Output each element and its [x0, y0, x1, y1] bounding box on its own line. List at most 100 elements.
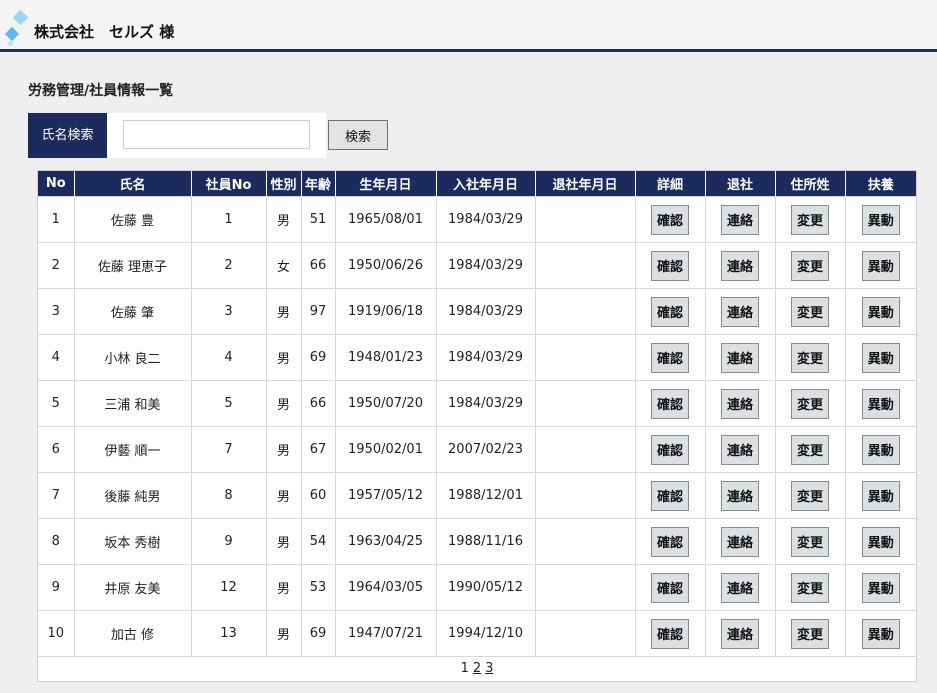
address-change-button[interactable]: 変更 [791, 342, 829, 373]
address-change-button[interactable]: 変更 [791, 572, 829, 603]
column-header: 年齢 [300, 171, 335, 197]
detail-button[interactable]: 確認 [651, 342, 689, 373]
employee-name: 佐藤 肇 [73, 288, 191, 335]
row-number: 3 [38, 288, 74, 335]
column-header: 社員No [190, 171, 266, 197]
action-cell: 連絡 [704, 518, 775, 565]
action-cell: 変更 [774, 472, 845, 519]
dependent-button[interactable]: 異動 [861, 434, 900, 465]
retire-button[interactable]: 連絡 [721, 434, 759, 465]
retire-button[interactable]: 連絡 [721, 296, 759, 327]
dependent-button[interactable]: 異動 [861, 296, 900, 327]
join-date: 2007/02/23 [435, 426, 535, 473]
search-panel: 氏名検索 [28, 113, 326, 158]
retire-button[interactable]: 連絡 [721, 526, 759, 557]
retire-button[interactable]: 連絡 [721, 388, 759, 419]
retire-button[interactable]: 連絡 [721, 342, 759, 373]
address-change-button[interactable]: 変更 [791, 526, 829, 557]
action-cell: 確認 [634, 288, 705, 335]
dependent-button[interactable]: 異動 [861, 618, 900, 649]
dependent-button[interactable]: 異動 [861, 250, 900, 281]
action-cell: 異動 [844, 426, 916, 473]
action-cell: 連絡 [704, 564, 775, 611]
gender: 男 [265, 610, 301, 656]
employee-number: 1 [190, 196, 266, 243]
leave-date [534, 472, 635, 519]
retire-button[interactable]: 連絡 [721, 204, 759, 235]
detail-button[interactable]: 確認 [651, 618, 689, 649]
age: 51 [300, 196, 335, 243]
birth-date: 1964/03/05 [334, 564, 436, 611]
action-cell: 連絡 [704, 426, 775, 473]
table-body: 1 佐藤 豊 1 男 51 1965/08/01 1984/03/29 確認 連絡 変更 異動 2 佐藤… [38, 196, 916, 656]
age: 69 [300, 334, 335, 381]
detail-button[interactable]: 確認 [651, 434, 689, 465]
action-cell: 確認 [634, 334, 705, 381]
page-link[interactable]: 3 [485, 661, 493, 676]
retire-button[interactable]: 連絡 [721, 572, 759, 603]
retire-button[interactable]: 連絡 [721, 618, 759, 649]
birth-date: 1950/06/26 [334, 242, 436, 289]
detail-button[interactable]: 確認 [651, 480, 689, 511]
action-cell: 変更 [774, 518, 845, 565]
action-cell: 異動 [844, 288, 916, 335]
gender: 男 [265, 288, 301, 335]
detail-button[interactable]: 確認 [651, 296, 689, 327]
address-change-button[interactable]: 変更 [791, 388, 829, 419]
join-date: 1988/11/16 [435, 518, 535, 565]
detail-button[interactable]: 確認 [651, 572, 689, 603]
employee-number: 5 [190, 380, 266, 427]
dependent-button[interactable]: 異動 [861, 572, 900, 603]
table-row: 7 後藤 純男 8 男 60 1957/05/12 1988/12/01 確認 連絡 変更 異動 [38, 472, 916, 519]
dependent-button[interactable]: 異動 [861, 204, 900, 235]
row-number: 2 [38, 242, 74, 289]
dependent-button[interactable]: 異動 [861, 342, 900, 373]
page-link[interactable]: 2 [473, 661, 481, 676]
action-cell: 確認 [634, 564, 705, 611]
detail-button[interactable]: 確認 [651, 204, 689, 235]
column-header: 入社年月日 [435, 171, 535, 197]
action-cell: 連絡 [704, 472, 775, 519]
gender: 女 [265, 242, 301, 289]
birth-date: 1963/04/25 [334, 518, 436, 565]
dependent-button[interactable]: 異動 [861, 526, 900, 557]
action-cell: 連絡 [704, 380, 775, 427]
leave-date [534, 288, 635, 335]
address-change-button[interactable]: 変更 [791, 480, 829, 511]
detail-button[interactable]: 確認 [651, 526, 689, 557]
leave-date [534, 196, 635, 243]
column-header: 扶養 [844, 171, 916, 197]
table-row: 3 佐藤 肇 3 男 97 1919/06/18 1984/03/29 確認 連絡 変更 異動 [38, 288, 916, 335]
address-change-button[interactable]: 変更 [791, 204, 829, 235]
employee-number: 7 [190, 426, 266, 473]
gender: 男 [265, 426, 301, 473]
employee-name: 後藤 純男 [73, 472, 191, 519]
action-cell: 変更 [774, 196, 845, 243]
gender: 男 [265, 196, 301, 243]
search-button[interactable]: 検索 [328, 120, 388, 150]
address-change-button[interactable]: 変更 [791, 618, 829, 649]
action-cell: 変更 [774, 426, 845, 473]
leave-date [534, 242, 635, 289]
address-change-button[interactable]: 変更 [791, 250, 829, 281]
diamond-logo-icon [4, 10, 29, 48]
row-number: 1 [38, 196, 74, 243]
column-header: 氏名 [73, 171, 191, 197]
detail-button[interactable]: 確認 [651, 388, 689, 419]
dependent-button[interactable]: 異動 [861, 480, 900, 511]
age: 69 [300, 610, 335, 656]
dependent-button[interactable]: 異動 [861, 388, 900, 419]
action-cell: 変更 [774, 288, 845, 335]
address-change-button[interactable]: 変更 [791, 296, 829, 327]
address-change-button[interactable]: 変更 [791, 434, 829, 465]
age: 60 [300, 472, 335, 519]
action-cell: 連絡 [704, 242, 775, 289]
employee-number: 4 [190, 334, 266, 381]
action-cell: 変更 [774, 610, 845, 656]
action-cell: 変更 [774, 242, 845, 289]
detail-button[interactable]: 確認 [651, 250, 689, 281]
join-date: 1984/03/29 [435, 334, 535, 381]
search-input[interactable] [123, 120, 310, 149]
retire-button[interactable]: 連絡 [721, 480, 759, 511]
retire-button[interactable]: 連絡 [721, 250, 759, 281]
